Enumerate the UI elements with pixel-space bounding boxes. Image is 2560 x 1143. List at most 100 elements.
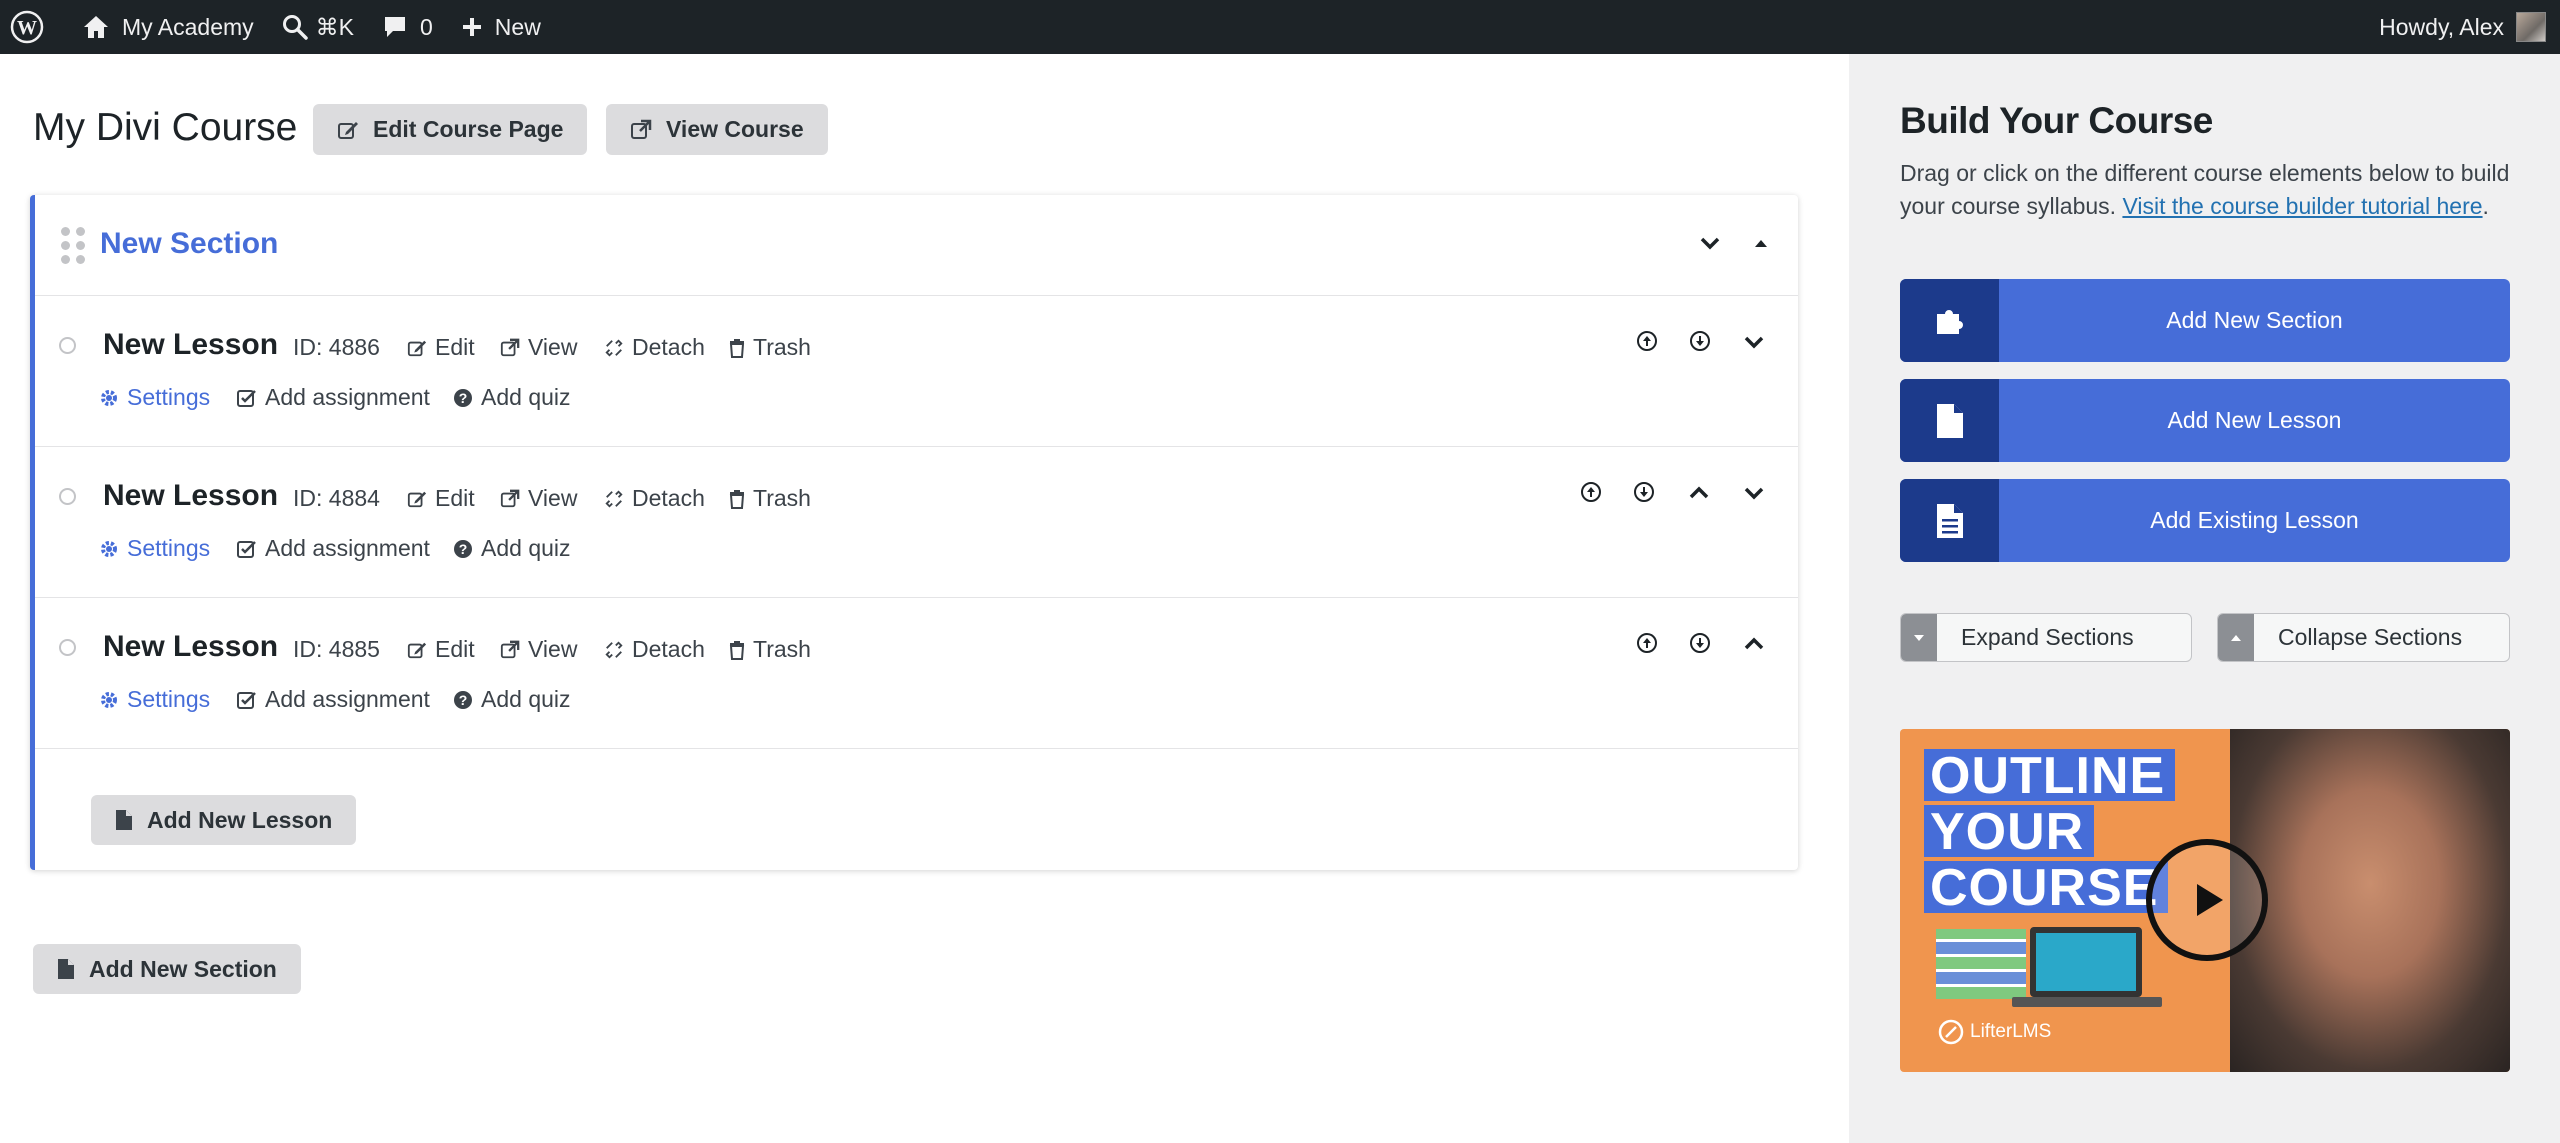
chevron-down-icon[interactable] (1742, 481, 1766, 505)
search-shortcut[interactable]: ⌘K (268, 0, 368, 54)
lesson-id: ID: 4885 (293, 636, 380, 662)
lesson-title[interactable]: New Lesson (103, 328, 278, 362)
external-link-icon (500, 489, 520, 507)
play-icon[interactable] (2146, 839, 2268, 961)
collapse-sections-label: Collapse Sections (2278, 624, 2463, 650)
check-square-icon (237, 540, 256, 558)
lesson-status-icon (59, 488, 76, 505)
search-icon (282, 15, 308, 40)
lesson-detach-link[interactable]: Detach (604, 334, 705, 361)
lesson-trash-link[interactable]: Trash (729, 334, 811, 361)
lesson-trash-link[interactable]: Trash (729, 636, 811, 663)
add-assignment-label: Add assignment (265, 384, 430, 410)
lesson-edit-link[interactable]: Edit (407, 334, 475, 361)
lesson-detach-link[interactable]: Detach (604, 636, 705, 663)
lesson-settings-link[interactable]: Settings (99, 535, 210, 562)
view-label: View (528, 334, 578, 360)
view-course-button[interactable]: View Course (606, 104, 828, 155)
sidebar-add-new-lesson-button[interactable]: Add New Lesson (1900, 379, 2510, 462)
sidebar-add-existing-lesson-button[interactable]: Add Existing Lesson (1900, 479, 2510, 562)
video-title-line-3: COURSE (1924, 861, 2169, 914)
unlink-icon (605, 489, 623, 508)
caret-down-icon (1914, 634, 1924, 641)
lesson-settings-link[interactable]: Settings (99, 686, 210, 713)
check-square-icon (237, 691, 256, 709)
edit-label: Edit (435, 636, 475, 662)
lesson-add-assignment-link[interactable]: Add assignment (237, 384, 430, 411)
trash-icon (729, 338, 745, 358)
comments-link[interactable]: 0 (368, 0, 447, 54)
comments-count: 0 (420, 13, 433, 40)
chevron-down-icon[interactable] (1698, 231, 1722, 255)
wordpress-logo-icon[interactable]: W (0, 0, 68, 54)
lesson-add-quiz-link[interactable]: ? Add quiz (453, 686, 571, 713)
detach-label: Detach (632, 485, 705, 511)
settings-label: Settings (127, 686, 211, 712)
laptop-base-illustration (2012, 997, 2162, 1007)
settings-label: Settings (127, 384, 211, 410)
gear-icon (101, 540, 117, 557)
lesson-title[interactable]: New Lesson (103, 479, 278, 513)
trash-icon (729, 640, 745, 660)
move-up-icon[interactable] (1580, 481, 1602, 503)
lesson-add-quiz-link[interactable]: ? Add quiz (453, 384, 571, 411)
comment-icon (385, 17, 405, 37)
add-new-section-label: Add New Section (89, 955, 277, 982)
site-name: My Academy (122, 13, 254, 40)
check-square-icon (237, 389, 256, 407)
lesson-settings-link[interactable]: Settings (99, 384, 210, 411)
chevron-down-icon[interactable] (1742, 330, 1766, 354)
lesson-add-assignment-link[interactable]: Add assignment (237, 686, 430, 713)
unlink-icon (605, 640, 623, 659)
lesson-view-link[interactable]: View (500, 334, 577, 361)
new-label: New (494, 13, 541, 40)
account-menu[interactable]: Howdy, Alex (2365, 0, 2560, 54)
section-title[interactable]: New Section (100, 227, 278, 261)
lesson-row: New Lesson ID: 4886 Edit View Detach Tra… (35, 296, 1798, 447)
move-down-icon[interactable] (1689, 632, 1711, 654)
add-new-section-button[interactable]: Add New Section (33, 944, 301, 994)
home-icon (84, 16, 108, 38)
edit-course-page-button[interactable]: Edit Course Page (313, 104, 588, 155)
question-circle-icon: ? (454, 388, 472, 407)
move-down-icon[interactable] (1633, 481, 1655, 503)
video-brand-label: LifterLMS (1970, 1021, 2052, 1042)
edit-icon (407, 491, 427, 507)
lesson-detach-link[interactable]: Detach (604, 485, 705, 512)
external-link-icon (500, 338, 520, 356)
tutorial-video-thumbnail[interactable]: OUTLINE YOUR COURSE LifterLMS (1900, 729, 2510, 1072)
video-title-line-1: OUTLINE (1924, 749, 2176, 802)
puzzle-icon (1936, 309, 1963, 334)
expand-sections-button[interactable]: Expand Sections (1900, 613, 2192, 662)
lesson-view-link[interactable]: View (500, 636, 577, 663)
move-down-icon[interactable] (1689, 330, 1711, 352)
collapse-triangle-icon[interactable] (1751, 233, 1771, 253)
svg-text:?: ? (459, 692, 468, 708)
external-link-icon (500, 640, 520, 658)
move-up-icon[interactable] (1636, 330, 1658, 352)
lesson-trash-link[interactable]: Trash (729, 485, 811, 512)
move-up-icon[interactable] (1636, 632, 1658, 654)
chevron-up-icon[interactable] (1687, 481, 1711, 505)
lesson-title[interactable]: New Lesson (103, 630, 278, 664)
sidebar-add-new-section-button[interactable]: Add New Section (1900, 279, 2510, 362)
lesson-edit-link[interactable]: Edit (407, 636, 475, 663)
section-add-new-lesson-button[interactable]: Add New Lesson (91, 795, 357, 845)
sidebar-title: Build Your Course (1900, 100, 2213, 141)
drag-handle-icon[interactable] (61, 227, 85, 264)
add-assignment-label: Add assignment (265, 535, 430, 561)
site-name-link[interactable]: My Academy (68, 0, 268, 54)
lesson-status-icon (59, 337, 76, 354)
lesson-add-quiz-link[interactable]: ? Add quiz (453, 535, 571, 562)
presenter-image (2230, 729, 2510, 1072)
collapse-sections-button[interactable]: Collapse Sections (2217, 613, 2510, 662)
greeting: Howdy, Alex (2379, 13, 2504, 40)
lesson-view-link[interactable]: View (500, 485, 577, 512)
unlink-icon (605, 338, 623, 357)
chevron-up-icon[interactable] (1742, 632, 1766, 656)
new-content-link[interactable]: New (447, 0, 555, 54)
laptop-illustration (2030, 927, 2142, 997)
lesson-edit-link[interactable]: Edit (407, 485, 475, 512)
lesson-add-assignment-link[interactable]: Add assignment (237, 535, 430, 562)
tutorial-link[interactable]: Visit the course builder tutorial here (2122, 193, 2482, 219)
